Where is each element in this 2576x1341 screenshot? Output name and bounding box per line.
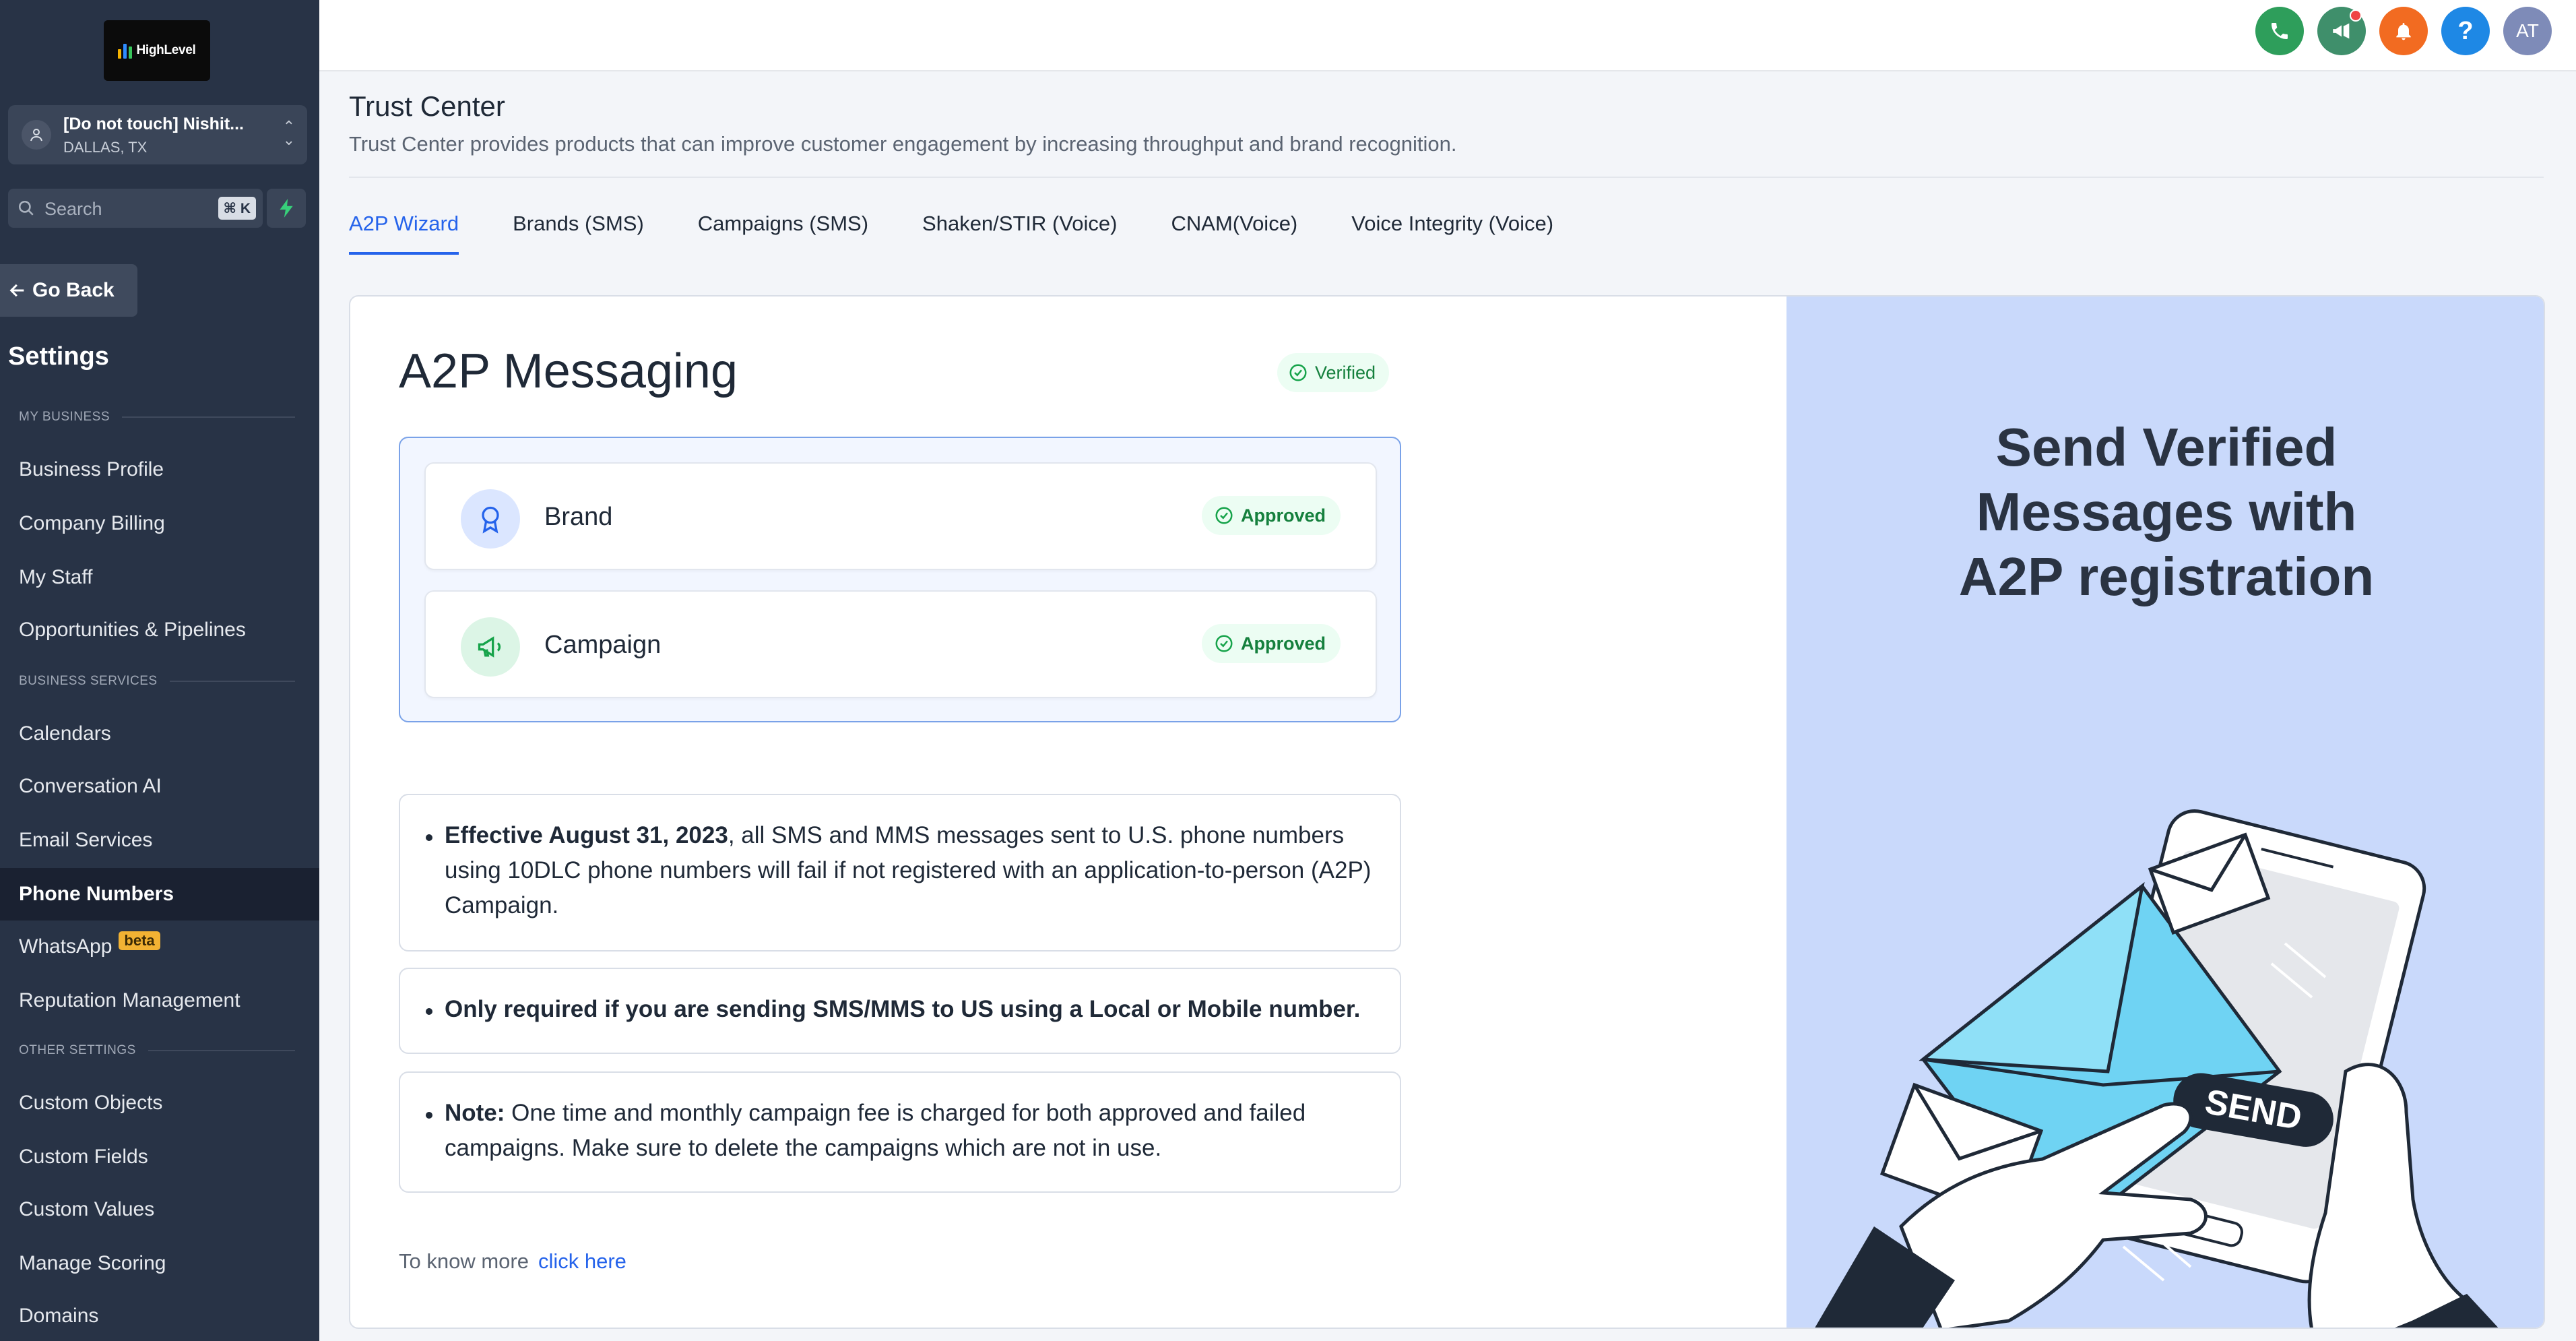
section-business-services: BUSINESS SERVICES — [19, 674, 295, 689]
check-circle-icon — [1215, 635, 1233, 652]
nav-my-staff[interactable]: My Staff — [0, 551, 319, 604]
quick-actions-button[interactable] — [267, 189, 306, 228]
step-campaign-label: Campaign — [544, 631, 662, 659]
nav-business-profile[interactable]: Business Profile — [0, 443, 319, 496]
phone-button[interactable] — [2255, 7, 2304, 55]
nav-conversation-ai[interactable]: Conversation AI — [0, 760, 319, 813]
account-switcher[interactable]: [Do not touch] Nishit... DALLAS, TX ⌃ ⌄ — [8, 105, 307, 164]
page-title: Trust Center — [349, 90, 505, 122]
search-icon — [18, 200, 34, 216]
megaphone-icon — [461, 617, 520, 677]
notice-required: Only required if you are sending SMS/MMS… — [399, 968, 1401, 1054]
nav-custom-objects[interactable]: Custom Objects — [0, 1077, 319, 1129]
beta-badge: beta — [119, 931, 160, 950]
notice-fee-text: One time and monthly campaign fee is cha… — [445, 1100, 1306, 1161]
chevron-updown-icon: ⌃ ⌄ — [282, 118, 295, 148]
step-brand[interactable]: Brand Approved — [424, 462, 1377, 570]
tab-brands-sms[interactable]: Brands (SMS) — [513, 212, 644, 255]
user-avatar[interactable]: AT — [2503, 7, 2552, 55]
notifications-button[interactable] — [2379, 7, 2428, 55]
send-message-illustration: SEND — [1815, 809, 2499, 1328]
promo-title: Send Verified Messages with A2P registra… — [1958, 417, 2375, 606]
question-icon: ? — [2457, 16, 2474, 45]
nav-domains[interactable]: Domains — [0, 1290, 319, 1341]
a2p-card: A2P Messaging Verified Brand Approved Ca… — [349, 295, 2545, 1329]
divider — [349, 177, 2544, 178]
announcements-button[interactable] — [2317, 7, 2366, 55]
nav-manage-scoring[interactable]: Manage Scoring — [0, 1237, 319, 1290]
go-back-label: Go Back — [32, 279, 115, 301]
lightning-icon — [280, 199, 293, 218]
nav-email-services[interactable]: Email Services — [0, 814, 319, 867]
tab-bar: A2P Wizard Brands (SMS) Campaigns (SMS) … — [349, 212, 1553, 255]
search-placeholder: Search — [44, 199, 102, 219]
account-location: DALLAS, TX — [63, 139, 148, 156]
phone-icon — [2272, 23, 2288, 39]
megaphone-icon — [2333, 23, 2350, 39]
know-more: To know more click here — [399, 1249, 626, 1274]
sidebar: HighLevel [Do not touch] Nishit... DALLA… — [0, 0, 319, 1341]
know-more-text: To know more — [399, 1249, 529, 1273]
check-circle-icon — [1215, 507, 1233, 524]
notice-required-bold: Only required if you are sending SMS/MMS… — [445, 996, 1361, 1022]
settings-title: Settings — [8, 342, 109, 371]
tab-voice-integrity[interactable]: Voice Integrity (Voice) — [1351, 212, 1553, 255]
check-circle-icon — [1289, 364, 1307, 381]
location-icon — [22, 120, 51, 150]
notice-10dlc: Effective August 31, 2023, all SMS and M… — [399, 794, 1401, 952]
nav-calendars[interactable]: Calendars — [0, 708, 319, 760]
help-button[interactable]: ? — [2441, 7, 2490, 55]
nav-reputation[interactable]: Reputation Management — [0, 974, 319, 1027]
section-my-business: MY BUSINESS — [19, 410, 295, 425]
tab-campaigns-sms[interactable]: Campaigns (SMS) — [698, 212, 868, 255]
tab-shaken-stir[interactable]: Shaken/STIR (Voice) — [922, 212, 1117, 255]
logo-bars-icon — [118, 42, 133, 59]
tab-cnam[interactable]: CNAM(Voice) — [1171, 212, 1298, 255]
top-bar: ? AT — [319, 0, 2576, 71]
nav-opportunities[interactable]: Opportunities & Pipelines — [0, 604, 319, 656]
promo-panel: Send Verified Messages with A2P registra… — [1786, 297, 2544, 1328]
nav-phone-numbers[interactable]: Phone Numbers — [0, 868, 319, 921]
search-shortcut: ⌘ K — [218, 197, 256, 220]
brand-approved-badge: Approved — [1201, 496, 1341, 535]
page-subtitle: Trust Center provides products that can … — [349, 132, 1457, 156]
go-back-button[interactable]: Go Back — [0, 264, 137, 317]
notice-fee: Note: One time and monthly campaign fee … — [399, 1071, 1401, 1193]
campaign-approved-badge: Approved — [1201, 624, 1341, 663]
verified-badge: Verified — [1277, 353, 1390, 392]
nav-whatsapp[interactable]: WhatsApp beta — [0, 921, 319, 973]
section-other-settings: OTHER SETTINGS — [19, 1043, 295, 1058]
account-name: [Do not touch] Nishit... — [63, 115, 245, 133]
logo-text: HighLevel — [136, 43, 196, 57]
step-campaign[interactable]: Campaign Approved — [424, 590, 1377, 698]
a2p-title: A2P Messaging — [399, 344, 738, 398]
registration-steps: Brand Approved Campaign Approved — [399, 437, 1401, 722]
nav-whatsapp-label: WhatsApp — [19, 935, 112, 958]
notice-fee-bold: Note: — [445, 1100, 505, 1126]
arrow-left-icon — [9, 284, 24, 297]
notice-10dlc-bold: Effective August 31, 2023 — [445, 822, 728, 848]
notification-dot — [2350, 9, 2362, 22]
award-icon — [461, 489, 520, 549]
search-input[interactable]: Search ⌘ K — [8, 189, 263, 228]
highlevel-logo[interactable]: HighLevel — [104, 20, 210, 81]
nav-company-billing[interactable]: Company Billing — [0, 497, 319, 550]
step-brand-label: Brand — [544, 503, 613, 531]
click-here-link[interactable]: click here — [538, 1249, 626, 1273]
bell-icon — [2396, 23, 2411, 40]
nav-custom-fields[interactable]: Custom Fields — [0, 1131, 319, 1183]
nav-custom-values[interactable]: Custom Values — [0, 1183, 319, 1236]
tab-a2p-wizard[interactable]: A2P Wizard — [349, 212, 459, 255]
